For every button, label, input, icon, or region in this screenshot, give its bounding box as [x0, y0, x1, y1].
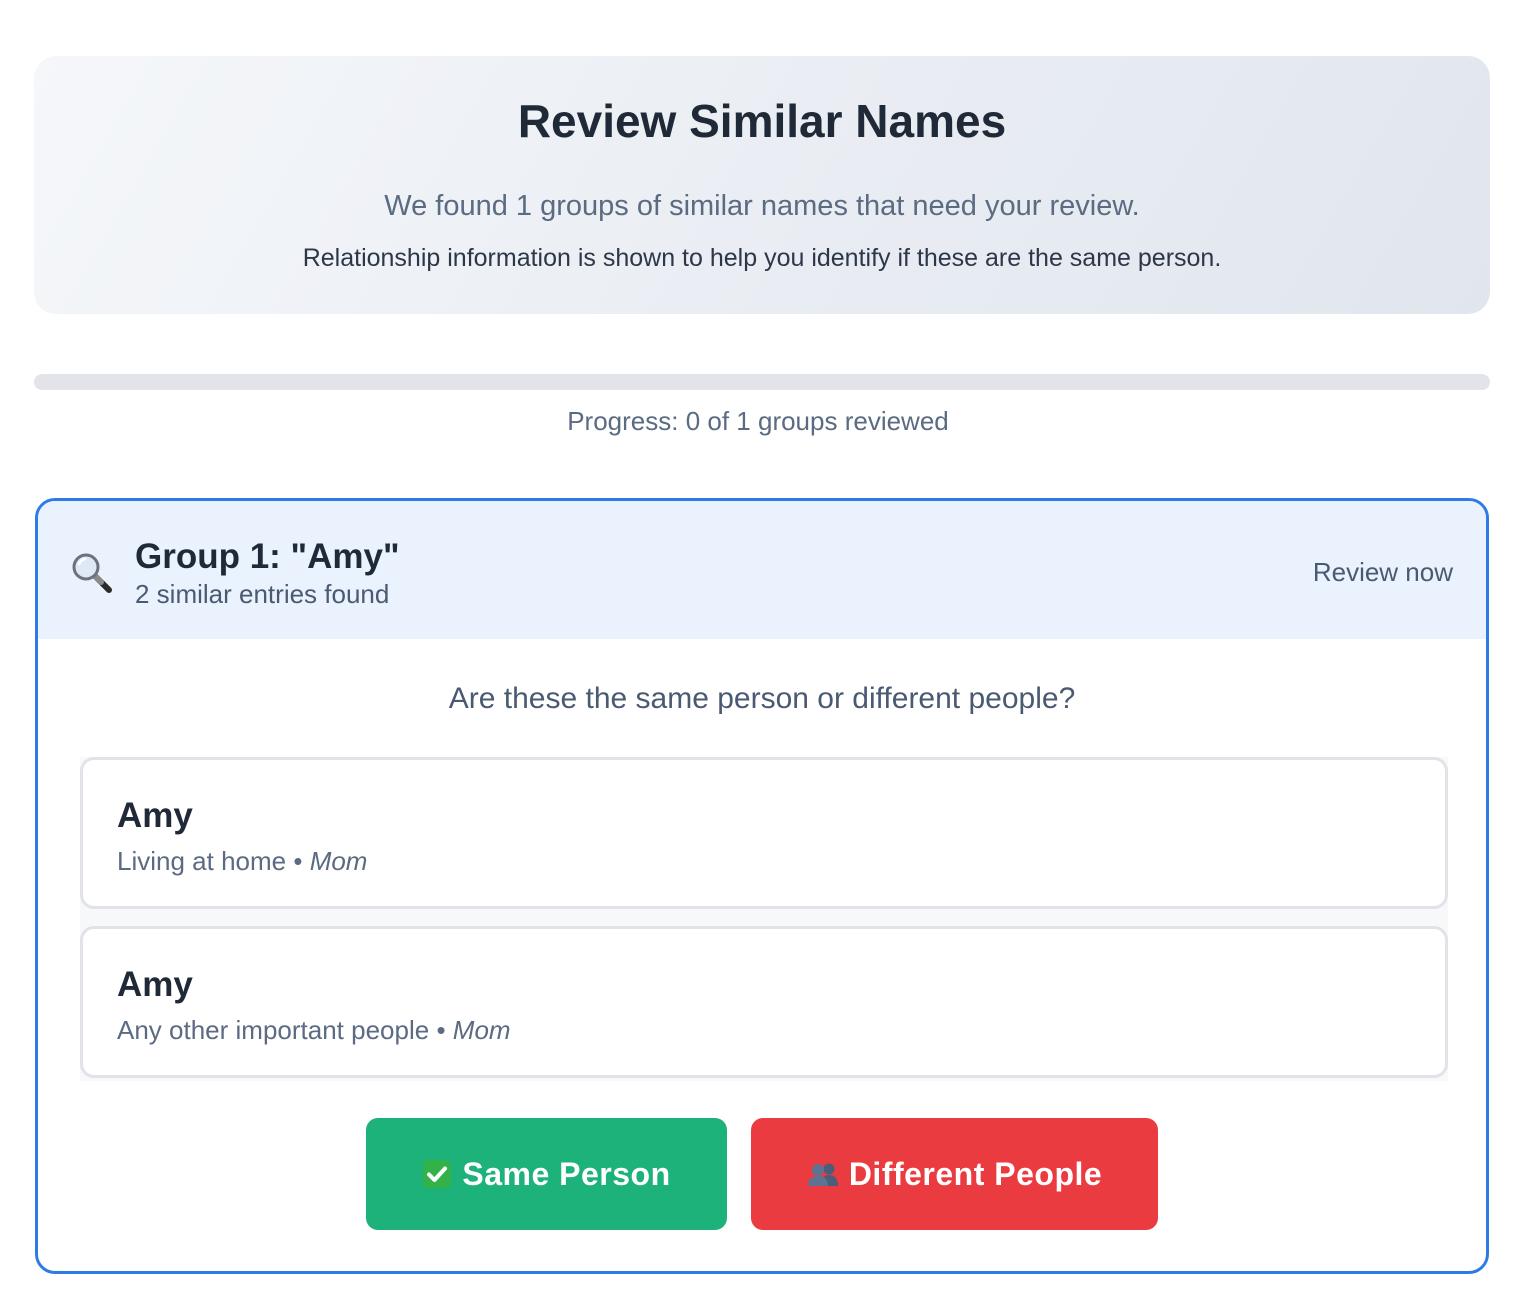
entry-separator: • — [436, 1015, 446, 1045]
page: Review Similar Names We found 1 groups o… — [0, 0, 1516, 1302]
entry-card[interactable]: Amy Any other important people • Mom — [80, 926, 1448, 1078]
entry-meta: Any other important people • Mom — [117, 1017, 511, 1043]
page-subtitle: We found 1 groups of similar names that … — [384, 190, 1140, 222]
review-now-link[interactable]: Review now — [1313, 559, 1453, 585]
magnifying-glass-icon — [70, 551, 114, 595]
entry-name: Amy — [117, 965, 193, 1004]
different-people-label: Different People — [848, 1155, 1103, 1192]
group-title: Group 1: "Amy" — [135, 537, 400, 576]
progress-label: Progress: 0 of 1 groups reviewed — [567, 406, 949, 436]
entry-relationship: Mom — [309, 846, 368, 876]
same-person-button[interactable]: Same Person — [366, 1118, 727, 1230]
page-title: Review Similar Names — [517, 95, 1007, 147]
entry-list: Amy Living at home • Mom Amy Any other i… — [80, 757, 1448, 1081]
group-entry-count: 2 similar entries found — [135, 579, 390, 609]
group-header[interactable]: Group 1: "Amy" 2 similar entries found R… — [38, 501, 1486, 639]
entry-context: Living at home — [117, 846, 287, 876]
different-people-button[interactable]: Different People — [751, 1118, 1158, 1230]
entry-context: Any other important people — [117, 1015, 430, 1045]
entry-card[interactable]: Amy Living at home • Mom — [80, 757, 1448, 909]
entry-relationship: Mom — [452, 1015, 511, 1045]
page-note: Relationship information is shown to hel… — [302, 244, 1222, 272]
group-card: Group 1: "Amy" 2 similar entries found R… — [35, 498, 1489, 1274]
check-box-icon — [422, 1159, 452, 1189]
entry-name: Amy — [117, 796, 193, 835]
progress-bar — [34, 374, 1490, 390]
page-header: Review Similar Names We found 1 groups o… — [34, 56, 1490, 314]
same-person-label: Same Person — [462, 1155, 671, 1192]
entry-separator: • — [293, 846, 303, 876]
entry-meta: Living at home • Mom — [117, 848, 367, 874]
people-icon — [807, 1161, 839, 1187]
review-question: Are these the same person or different p… — [448, 682, 1076, 715]
